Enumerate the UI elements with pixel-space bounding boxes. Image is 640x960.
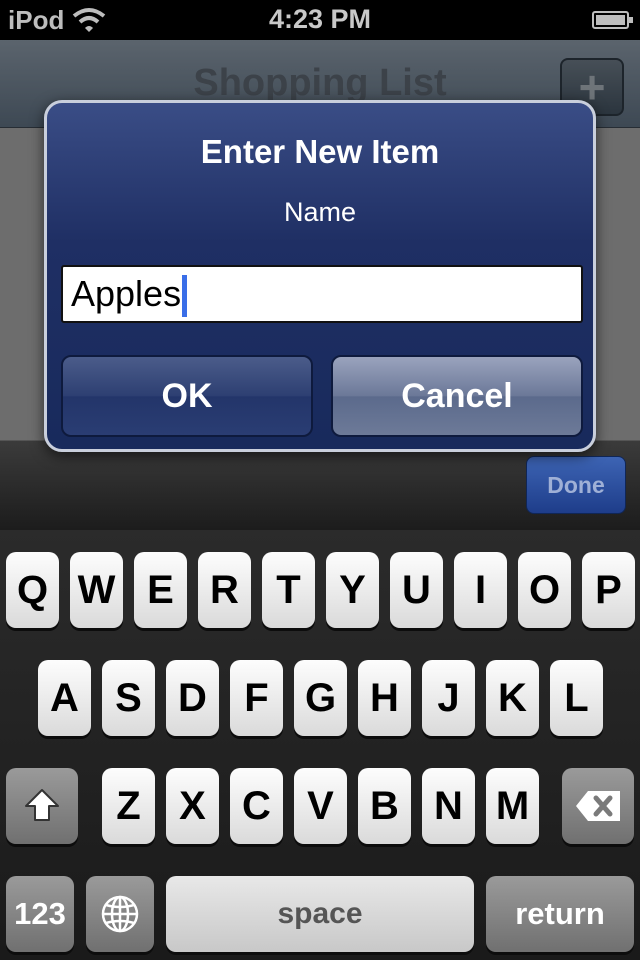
status-bar: iPod 4:23 PM bbox=[0, 0, 640, 40]
cancel-button[interactable]: Cancel bbox=[331, 355, 583, 437]
key-g[interactable]: G bbox=[294, 660, 347, 736]
key-c[interactable]: C bbox=[230, 768, 283, 844]
return-key[interactable]: return bbox=[486, 876, 634, 952]
key-f[interactable]: F bbox=[230, 660, 283, 736]
space-key[interactable]: space bbox=[166, 876, 474, 952]
key-h[interactable]: H bbox=[358, 660, 411, 736]
key-m[interactable]: M bbox=[486, 768, 539, 844]
item-name-value: Apples bbox=[71, 273, 182, 314]
battery-icon bbox=[592, 11, 633, 29]
numbers-key[interactable]: 123 bbox=[6, 876, 74, 952]
enter-item-alert: Enter New Item Name Apples OK Cancel bbox=[44, 100, 596, 452]
key-a[interactable]: A bbox=[38, 660, 91, 736]
keyboard: Q W E R T Y U I O P A S D F G H J K L Z … bbox=[0, 530, 640, 960]
key-z[interactable]: Z bbox=[102, 768, 155, 844]
key-n[interactable]: N bbox=[422, 768, 475, 844]
globe-icon bbox=[101, 895, 139, 933]
key-e[interactable]: E bbox=[134, 552, 187, 628]
done-button[interactable]: Done bbox=[526, 456, 626, 514]
key-w[interactable]: W bbox=[70, 552, 123, 628]
key-p[interactable]: P bbox=[582, 552, 635, 628]
key-j[interactable]: J bbox=[422, 660, 475, 736]
key-r[interactable]: R bbox=[198, 552, 251, 628]
alert-subtitle: Name bbox=[283, 197, 357, 227]
key-x[interactable]: X bbox=[166, 768, 219, 844]
key-u[interactable]: U bbox=[390, 552, 443, 628]
key-o[interactable]: O bbox=[518, 552, 571, 628]
alert-title: Enter New Item bbox=[200, 133, 440, 170]
key-y[interactable]: Y bbox=[326, 552, 379, 628]
key-i[interactable]: I bbox=[454, 552, 507, 628]
key-k[interactable]: K bbox=[486, 660, 539, 736]
text-caret bbox=[182, 275, 188, 318]
key-s[interactable]: S bbox=[102, 660, 155, 736]
shift-icon bbox=[25, 789, 59, 821]
item-name-input[interactable]: Apples bbox=[61, 265, 583, 323]
shift-key[interactable] bbox=[6, 768, 78, 844]
key-l[interactable]: L bbox=[550, 660, 603, 736]
key-q[interactable]: Q bbox=[6, 552, 59, 628]
backspace-icon bbox=[576, 791, 620, 821]
key-t[interactable]: T bbox=[262, 552, 315, 628]
backspace-key[interactable] bbox=[562, 768, 634, 844]
clock: 4:23 PM bbox=[268, 4, 372, 34]
key-d[interactable]: D bbox=[166, 660, 219, 736]
key-v[interactable]: V bbox=[294, 768, 347, 844]
ok-button[interactable]: OK bbox=[61, 355, 313, 437]
globe-key[interactable] bbox=[86, 876, 154, 952]
key-b[interactable]: B bbox=[358, 768, 411, 844]
